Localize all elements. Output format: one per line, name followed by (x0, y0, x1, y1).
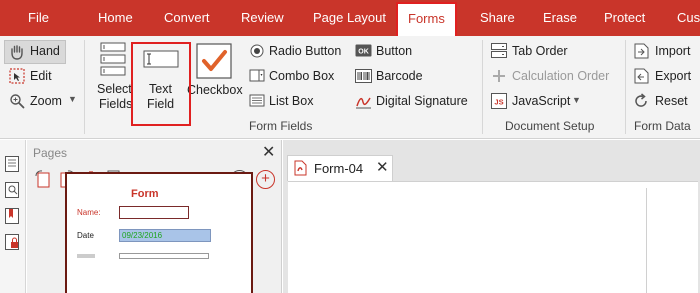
digital-signature-icon[interactable] (355, 93, 372, 109)
thumbnail-form-title: Form (131, 188, 159, 200)
barcode-label[interactable]: Barcode (376, 69, 423, 83)
form-fields-group-label: Form Fields (249, 119, 313, 133)
reset-icon[interactable] (634, 93, 649, 109)
button-label[interactable]: Button (376, 44, 412, 58)
bookmark-icon[interactable] (5, 208, 19, 224)
rotate-left-icon[interactable] (35, 170, 51, 188)
list-box-label[interactable]: List Box (269, 94, 313, 108)
ribbon: Hand Edit Zoom ▼ Select Fields Text Fiel… (0, 36, 700, 139)
calculation-order-icon (493, 70, 505, 82)
list-box-icon[interactable] (249, 94, 265, 107)
text-field-highlight (131, 42, 191, 126)
menu-bar: File Home Convert Review Page Layout For… (0, 0, 700, 38)
zoom-in-button[interactable]: + (256, 170, 275, 189)
thumbnail-name-field (119, 206, 189, 219)
svg-text:OK: OK (358, 49, 369, 56)
menu-home[interactable]: Home (98, 0, 133, 36)
thumbnail-date-field: 09/23/2016 (119, 229, 211, 242)
javascript-label[interactable]: JavaScript (512, 94, 570, 108)
hand-icon (11, 45, 23, 60)
security-lock-icon[interactable] (5, 234, 19, 250)
select-fields-label-1[interactable]: Select (97, 82, 132, 96)
search-pages-icon[interactable] (5, 182, 19, 198)
edit-label[interactable]: Edit (30, 69, 52, 83)
close-icon[interactable]: ✕ (262, 142, 275, 162)
svg-text:JS: JS (494, 98, 503, 107)
pages-panel-title: Pages (33, 146, 68, 160)
zoom-dropdown-arrow[interactable]: ▼ (68, 94, 77, 104)
thumbnail-next-label (77, 254, 95, 258)
document-tab[interactable]: Form-04 ✕ (287, 155, 393, 181)
javascript-dropdown-arrow[interactable]: ▼ (572, 95, 581, 105)
document-page-edge (646, 188, 647, 293)
pdf-file-icon (294, 160, 307, 176)
javascript-icon[interactable]: JS (491, 93, 507, 109)
radio-button-label[interactable]: Radio Button (269, 44, 341, 58)
hand-label: Hand (30, 44, 60, 58)
thumbnail-date-label: Date (77, 231, 94, 240)
thumbnail-date-value: 09/23/2016 (122, 231, 163, 240)
menu-customize[interactable]: Cust (677, 0, 700, 36)
reset-label[interactable]: Reset (655, 94, 688, 108)
ribbon-separator (482, 40, 483, 134)
tab-order-label[interactable]: Tab Order (512, 44, 568, 58)
document-canvas[interactable] (288, 181, 698, 293)
menu-share[interactable]: Share (480, 0, 515, 36)
digital-signature-label[interactable]: Digital Signature (376, 94, 468, 108)
form-data-group-label: Form Data (634, 119, 691, 133)
document-setup-group-label: Document Setup (505, 119, 595, 133)
ribbon-separator (84, 40, 85, 134)
left-tool-strip (0, 140, 26, 293)
thumbnail-name-label: Name: (77, 208, 101, 217)
page-thumbnail[interactable]: Form Name: Date 09/23/2016 (65, 172, 253, 293)
menu-protect[interactable]: Protect (604, 0, 645, 36)
close-icon[interactable]: ✕ (376, 158, 389, 176)
radio-button-icon[interactable] (250, 44, 264, 58)
checkbox-label[interactable]: Checkbox (187, 83, 243, 97)
menu-review[interactable]: Review (241, 0, 284, 36)
tab-order-icon[interactable] (491, 43, 507, 58)
button-icon[interactable]: OK (355, 44, 372, 57)
edit-icon[interactable] (9, 68, 25, 84)
export-label[interactable]: Export (655, 69, 691, 83)
checkbox-icon[interactable] (196, 43, 232, 79)
select-fields-label-2[interactable]: Fields (99, 97, 132, 111)
thumbnail-next-field (119, 253, 209, 259)
zoom-label[interactable]: Zoom (30, 94, 62, 108)
ribbon-separator (625, 40, 626, 134)
menu-file[interactable]: File (28, 0, 49, 36)
menu-erase[interactable]: Erase (543, 0, 577, 36)
select-fields-icon[interactable] (100, 42, 126, 76)
pages-panel-icon[interactable] (5, 156, 19, 172)
zoom-icon[interactable] (9, 93, 25, 109)
combo-box-icon[interactable] (249, 69, 265, 82)
menu-forms[interactable]: Forms (396, 2, 457, 38)
menu-convert[interactable]: Convert (164, 0, 210, 36)
menu-page-layout[interactable]: Page Layout (313, 0, 386, 36)
pages-panel: Pages ✕ − + Form Name: Date 09/23/2016 (27, 140, 282, 293)
combo-box-label[interactable]: Combo Box (269, 69, 334, 83)
barcode-icon[interactable] (355, 69, 372, 83)
calculation-order-label: Calculation Order (512, 69, 610, 83)
document-tab-label: Form-04 (314, 161, 364, 176)
import-label[interactable]: Import (655, 44, 690, 58)
export-icon[interactable] (634, 68, 649, 84)
import-icon[interactable] (634, 43, 649, 59)
